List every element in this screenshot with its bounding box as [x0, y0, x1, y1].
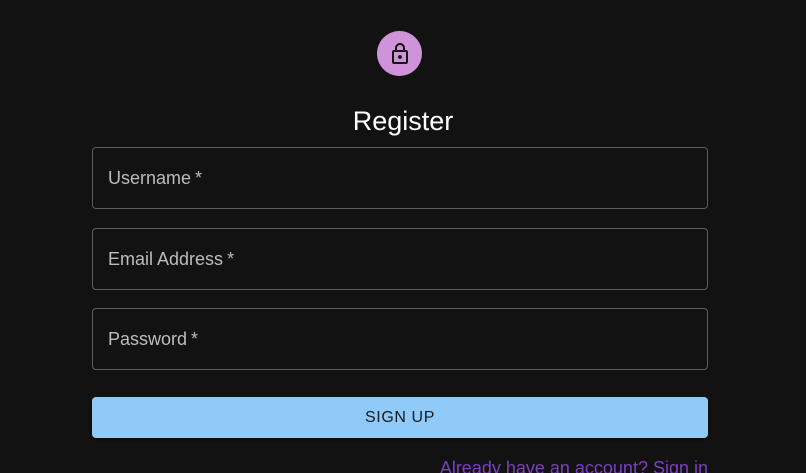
lock-icon	[388, 42, 412, 66]
sign-in-link[interactable]: Already have an account? Sign in	[440, 457, 708, 473]
register-page: Register Username * Email Address * Passwo…	[0, 0, 806, 473]
page-title: Register	[352, 106, 454, 137]
username-label: Username *	[108, 168, 203, 188]
avatar	[377, 31, 422, 76]
email-field[interactable]: Email Address *	[92, 228, 708, 290]
password-label: Password *	[108, 329, 199, 349]
email-label: Email Address *	[108, 249, 235, 269]
username-field[interactable]: Username *	[92, 147, 708, 209]
sign-up-button[interactable]: SIGN UP	[92, 397, 708, 438]
password-field[interactable]: Password *	[92, 308, 708, 370]
